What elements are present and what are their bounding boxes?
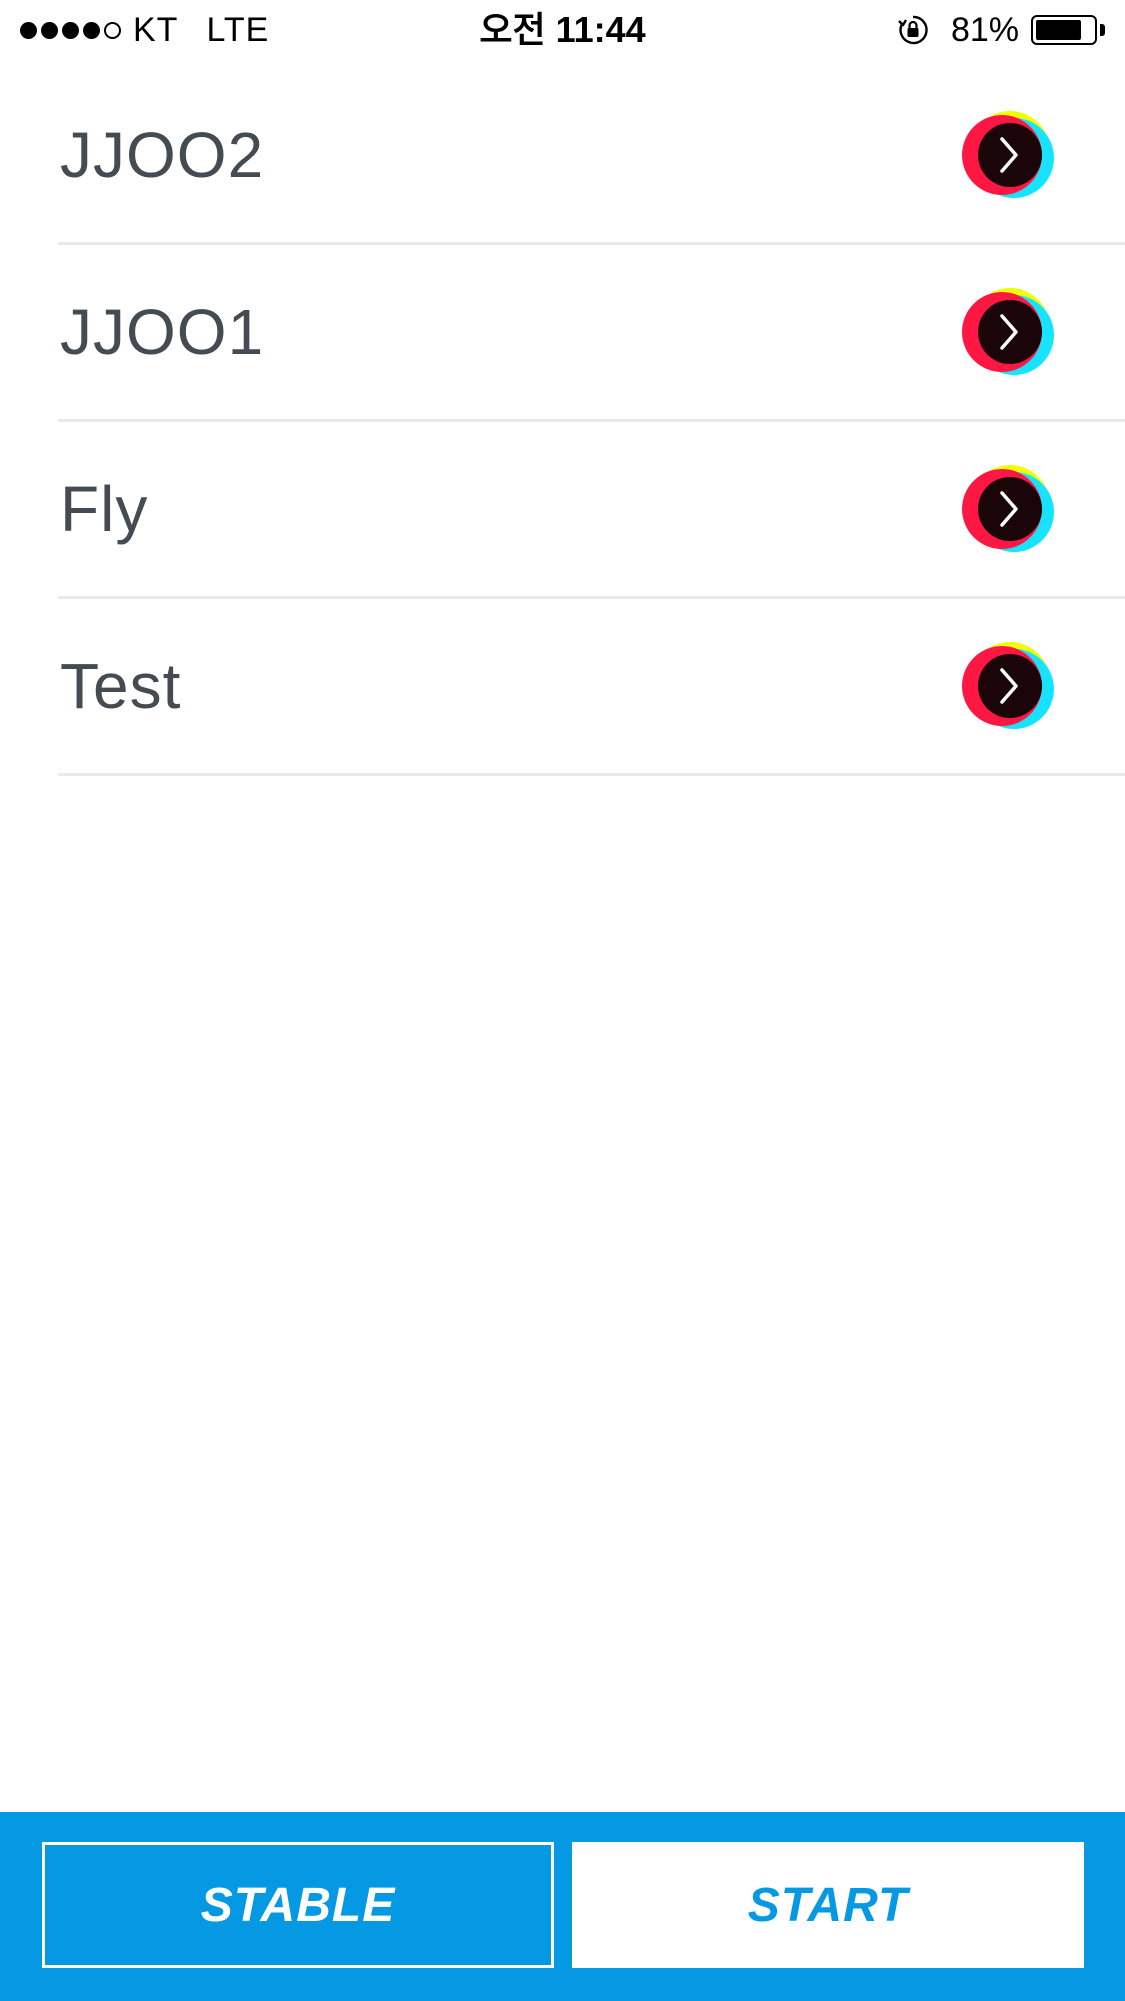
list-item[interactable]: JJOO2 <box>58 68 1125 245</box>
bottom-action-bar: STABLE START <box>0 1812 1125 2001</box>
battery-fill <box>1036 20 1082 40</box>
chevron-right-icon[interactable] <box>958 105 1058 205</box>
item-list: JJOO2 JJOO1 Fly Test <box>0 68 1125 776</box>
list-item[interactable]: Test <box>58 599 1125 776</box>
list-item-label: JJOO2 <box>60 119 265 191</box>
battery-icon <box>1031 15 1105 45</box>
status-bar: KT LTE 오전 11:44 81% <box>0 0 1125 60</box>
chevron-right-icon[interactable] <box>958 459 1058 559</box>
list-item-label: JJOO1 <box>60 296 265 368</box>
list-item-label: Test <box>60 650 182 722</box>
list-item[interactable]: JJOO1 <box>58 245 1125 422</box>
start-button[interactable]: START <box>572 1842 1084 1968</box>
battery-nub <box>1100 24 1105 36</box>
battery-body <box>1031 15 1097 45</box>
battery-percent: 81% <box>950 10 1019 49</box>
list-item-label: Fly <box>60 473 149 545</box>
stable-button[interactable]: STABLE <box>42 1842 554 1968</box>
chevron-right-icon[interactable] <box>958 282 1058 382</box>
orientation-lock-icon <box>898 15 928 45</box>
chevron-right-icon[interactable] <box>958 636 1058 736</box>
status-right: 81% <box>897 10 1105 50</box>
list-item[interactable]: Fly <box>58 422 1125 599</box>
